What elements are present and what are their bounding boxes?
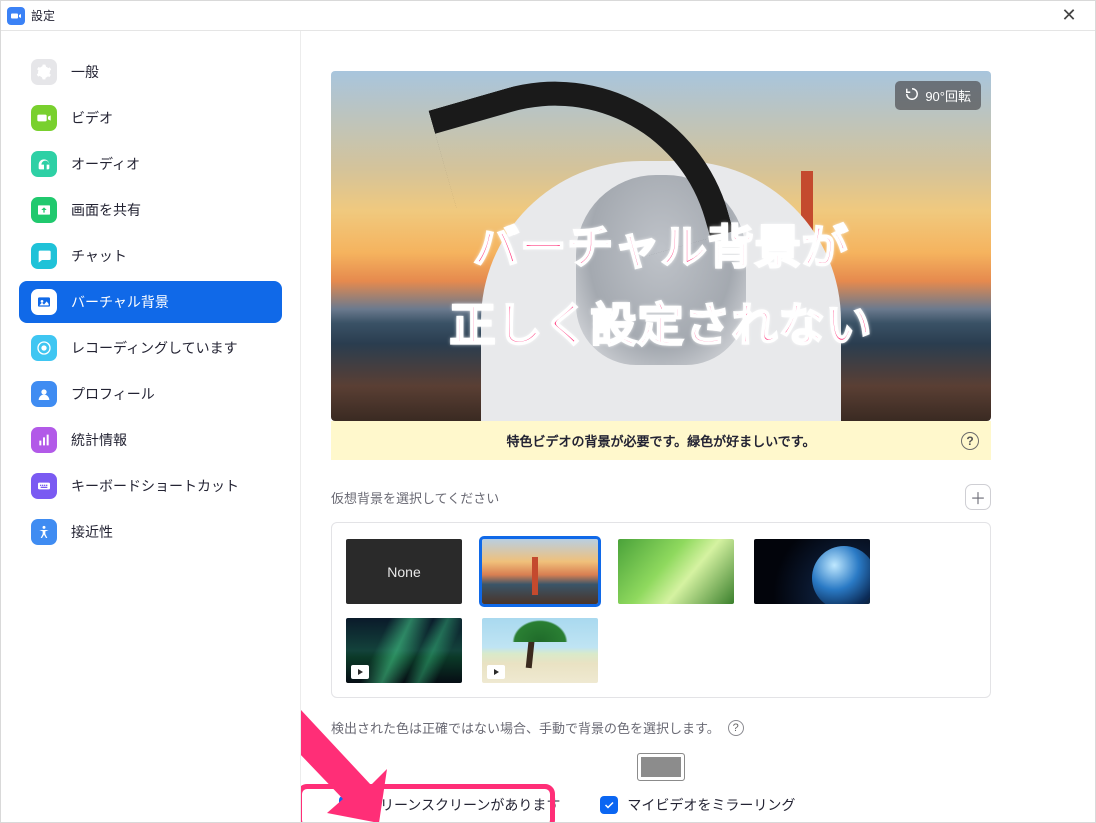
sidebar-item-general[interactable]: 一般 (19, 51, 282, 93)
sidebar-item-chat[interactable]: チャット (19, 235, 282, 277)
warning-text: 特色ビデオの背景が必要です。緑色が好ましいです。 (506, 431, 815, 450)
background-thumb-grass[interactable] (618, 539, 734, 604)
help-icon[interactable]: ? (961, 432, 979, 450)
add-background-button[interactable]: ＋ (965, 484, 991, 510)
plus-icon: ＋ (970, 485, 986, 509)
sidebar-item-label: バーチャル背景 (71, 292, 169, 312)
sidebar-item-audio[interactable]: オーディオ (19, 143, 282, 185)
manual-color-note: 検出された色は正確ではない場合、手動で背景の色を選択します。 (331, 718, 720, 737)
video-badge-icon (351, 665, 369, 679)
green-screen-label: グリーンスクリーンがあります (366, 795, 560, 815)
accessibility-icon (31, 519, 57, 545)
headphones-icon (31, 151, 57, 177)
sidebar-item-share-screen[interactable]: 画面を共有 (19, 189, 282, 231)
help-icon[interactable]: ? (728, 720, 744, 736)
none-label: None (387, 564, 420, 580)
window-title: 設定 (31, 7, 55, 24)
background-thumb-none[interactable]: None (346, 539, 462, 604)
statistics-icon (31, 427, 57, 453)
sidebar-item-video[interactable]: ビデオ (19, 97, 282, 139)
sidebar-item-label: 接近性 (71, 522, 113, 542)
record-icon (31, 335, 57, 361)
sidebar-item-label: オーディオ (71, 154, 140, 174)
profile-icon (31, 381, 57, 407)
sidebar-item-label: 統計情報 (71, 430, 127, 450)
sidebar-item-accessibility[interactable]: 接近性 (19, 511, 282, 553)
warning-bar: 特色ビデオの背景が必要です。緑色が好ましいです。 ? (331, 421, 991, 460)
background-color-swatch[interactable] (637, 753, 685, 781)
checkbox-checked-icon (339, 796, 357, 814)
keyboard-icon (31, 473, 57, 499)
background-thumb-aurora[interactable] (346, 618, 462, 683)
sidebar-item-label: 一般 (71, 62, 99, 82)
app-icon (7, 7, 25, 25)
select-background-label: 仮想背景を選択してください (331, 488, 499, 507)
sidebar-item-statistics[interactable]: 統計情報 (19, 419, 282, 461)
sidebar-item-label: ビデオ (71, 108, 113, 128)
close-icon: ✕ (1061, 5, 1076, 26)
overlay-text-2: 正しく設定されない (331, 289, 991, 355)
share-screen-icon (31, 197, 57, 223)
background-thumb-earth[interactable] (754, 539, 870, 604)
video-preview: 90°回転 バーチャル背景が 正しく設定されない (331, 71, 991, 421)
sidebar-item-label: キーボードショートカット (71, 476, 239, 496)
sidebar: 一般 ビデオ オーディオ 画面を共有 (1, 31, 301, 822)
overlay-text-1: バーチャル背景が (331, 211, 991, 277)
content-pane: 90°回転 バーチャル背景が 正しく設定されない 特色ビデオの背景が必要です。緑… (301, 31, 1095, 822)
sidebar-item-label: 画面を共有 (71, 200, 141, 220)
sidebar-item-profile[interactable]: プロフィール (19, 373, 282, 415)
background-thumbnails: None (331, 522, 991, 698)
rotate-icon (905, 87, 919, 104)
sidebar-item-label: チャット (71, 246, 127, 266)
checkbox-checked-icon (600, 796, 618, 814)
window-close-button[interactable]: ✕ (1049, 2, 1089, 30)
title-bar: 設定 ✕ (1, 1, 1095, 31)
gear-icon (31, 59, 57, 85)
sidebar-item-recording[interactable]: レコーディングしています (19, 327, 282, 369)
rotate-90-button[interactable]: 90°回転 (895, 81, 981, 110)
video-icon (31, 105, 57, 131)
mirror-video-label: マイビデオをミラーリング (627, 795, 795, 815)
green-screen-checkbox[interactable]: グリーンスクリーンがあります (339, 795, 560, 815)
sidebar-item-keyboard-shortcuts[interactable]: キーボードショートカット (19, 465, 282, 507)
background-thumb-bridge[interactable] (482, 539, 598, 604)
virtual-background-icon (31, 289, 57, 315)
rotate-label: 90°回転 (925, 86, 971, 105)
background-thumb-beach[interactable] (482, 618, 598, 683)
sidebar-item-virtual-background[interactable]: バーチャル背景 (19, 281, 282, 323)
chat-icon (31, 243, 57, 269)
video-badge-icon (487, 665, 505, 679)
sidebar-item-label: レコーディングしています (71, 338, 238, 358)
mirror-video-checkbox[interactable]: マイビデオをミラーリング (600, 795, 795, 815)
sidebar-item-label: プロフィール (71, 384, 155, 404)
